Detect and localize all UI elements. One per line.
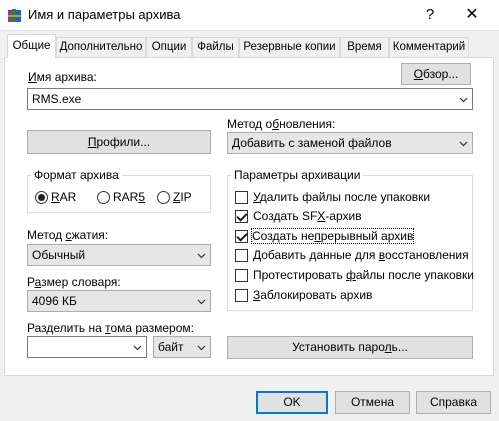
delete-after-pack-label[interactable]: Удалить файлы после упаковки [253,190,430,204]
window-title: Имя и параметры архива [28,7,181,22]
dictionary-size-label: Размер словаря: [27,275,121,289]
tab-comment[interactable]: Комментарий [389,37,469,57]
archive-options-title: Параметры архивации [231,168,364,182]
chevron-down-icon [197,253,206,259]
tab-options[interactable]: Опции [146,37,192,57]
dictionary-size-value: 4096 КБ [32,294,77,308]
ok-button[interactable]: OK [256,391,328,414]
recovery-record-label[interactable]: Добавить данные для восстановления [253,248,469,262]
lock-archive-checkbox[interactable] [235,289,248,302]
split-unit-value: байт [158,340,184,354]
tab-advanced[interactable]: Дополнительно [56,37,146,57]
create-sfx-checkbox[interactable] [235,210,248,223]
help-title-button[interactable]: ? [418,3,442,27]
dictionary-size-select[interactable]: 4096 КБ [27,290,211,312]
test-files-label[interactable]: Протестировать файлы после упаковки [253,268,474,282]
tab-files[interactable]: Файлы [192,37,239,57]
chevron-down-icon[interactable] [459,95,468,104]
compression-method-value: Обычный [32,248,86,262]
close-icon[interactable]: ✕ [460,3,484,27]
update-method-value: Добавить с заменой файлов [232,136,392,150]
archive-name-label: Имя архива: [28,70,97,84]
set-password-button[interactable]: Установить пароль... [227,336,473,359]
create-sfx-label[interactable]: Создать SFX-архив [253,209,362,223]
profiles-button[interactable]: Профили... [27,130,211,154]
winrar-books-icon [8,9,21,22]
split-size-combobox[interactable] [27,336,147,358]
compression-method-label: Метод сжатия: [27,228,109,242]
delete-after-pack-checkbox[interactable] [235,191,248,204]
lock-archive-label[interactable]: Заблокировать архив [253,288,372,302]
update-method-label: Метод обновления: [227,117,336,131]
format-rar-radio[interactable] [35,191,48,204]
help-button[interactable]: Справка [416,391,491,414]
format-rar5-radio[interactable] [97,191,110,204]
solid-archive-checkbox[interactable] [235,230,248,243]
format-rar5-label[interactable]: RAR5 [113,190,145,204]
browse-button[interactable]: Обзор... [401,63,471,85]
format-zip-radio[interactable] [157,191,170,204]
chevron-down-icon [197,345,206,351]
archive-format-title: Формат архива [31,168,122,182]
archive-name-combobox[interactable]: RMS.exe [27,88,473,110]
tab-backup[interactable]: Резервные копии [239,37,340,57]
recovery-record-checkbox[interactable] [235,249,248,262]
update-method-select[interactable]: Добавить с заменой файлов [227,132,473,154]
format-zip-label[interactable]: ZIP [173,190,192,204]
archive-name-value: RMS.exe [32,92,82,106]
tab-time[interactable]: Время [340,37,389,57]
compression-method-select[interactable]: Обычный [27,244,211,266]
format-rar-label[interactable]: RAR [51,190,76,204]
title-bar: Имя и параметры архива ? ✕ [0,0,499,31]
test-files-checkbox[interactable] [235,269,248,282]
chevron-down-icon [459,141,468,147]
split-volumes-label: Разделить на тома размером: [27,321,194,335]
cancel-button[interactable]: Отмена [335,391,410,414]
chevron-down-icon[interactable] [133,343,142,352]
chevron-down-icon [197,299,206,305]
solid-archive-label[interactable]: Создать непрерывный архив [250,228,415,244]
tab-general[interactable]: Общие [7,34,56,58]
split-unit-select[interactable]: байт [153,336,211,358]
